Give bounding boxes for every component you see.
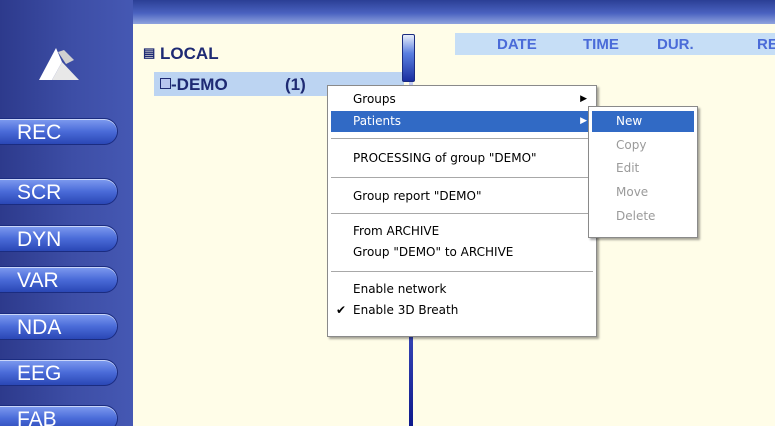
nav-label: DYN xyxy=(17,228,62,251)
context-menu: Groups ▶ Patients ▶ PROCESSING of group … xyxy=(327,85,597,337)
nav-label: EEG xyxy=(17,362,62,385)
group-node-icon xyxy=(160,78,171,89)
nav-label: SCR xyxy=(17,181,62,204)
top-bar xyxy=(133,0,775,24)
menu-item-processing[interactable]: PROCESSING of group "DEMO" xyxy=(331,148,593,169)
menu-separator xyxy=(331,271,593,272)
menu-item-patients[interactable]: Patients ▶ xyxy=(331,111,593,132)
menu-item-label: Groups xyxy=(353,92,396,106)
nav-button-var[interactable]: VAR xyxy=(0,266,118,293)
nav-label: FAB xyxy=(17,408,57,426)
menu-item-enable-3d-breath[interactable]: ✔ Enable 3D Breath xyxy=(331,300,593,321)
column-header-date[interactable]: DATE xyxy=(497,36,537,53)
nav-button-dyn[interactable]: DYN xyxy=(0,225,118,252)
app-logo-icon xyxy=(39,48,79,80)
nav-button-rec[interactable]: REC xyxy=(0,118,118,145)
nav-button-eeg[interactable]: EEG xyxy=(0,359,118,386)
menu-item-groups[interactable]: Groups ▶ xyxy=(331,89,593,110)
tree-root[interactable]: ▤ LOCAL xyxy=(143,44,219,64)
tree-group-demo[interactable]: -DEMO xyxy=(160,75,228,95)
patients-submenu: New Copy Edit Move Delete xyxy=(588,106,698,238)
menu-item-label: Patients xyxy=(353,114,402,128)
group-count: (1) xyxy=(285,75,306,94)
menu-item-to-archive[interactable]: Group "DEMO" to ARCHIVE xyxy=(331,242,593,263)
submenu-arrow-icon: ▶ xyxy=(580,116,587,126)
menu-item-enable-network[interactable]: Enable network xyxy=(331,279,593,300)
menu-separator xyxy=(331,213,593,214)
app-window: REC SCR DYN VAR NDA EEG FAB ▤ LOCAL -DEM… xyxy=(0,0,775,426)
collapse-icon[interactable]: ▤ xyxy=(143,45,155,60)
menu-item-from-archive[interactable]: From ARCHIVE xyxy=(331,221,593,242)
column-header-time[interactable]: TIME xyxy=(583,36,619,53)
submenu-item-new[interactable]: New xyxy=(592,111,694,132)
nav-label: VAR xyxy=(17,269,59,292)
nav-button-fab[interactable]: FAB xyxy=(0,405,118,426)
menu-separator xyxy=(331,177,593,178)
column-header-duration[interactable]: DUR. xyxy=(657,36,694,53)
submenu-item-edit[interactable]: Edit xyxy=(592,158,694,179)
menu-separator xyxy=(331,138,593,139)
nav-label: NDA xyxy=(17,316,62,339)
group-label: DEMO xyxy=(176,75,228,94)
sidebar: REC SCR DYN VAR NDA EEG FAB xyxy=(0,0,133,426)
submenu-arrow-icon: ▶ xyxy=(580,94,587,104)
nav-button-nda[interactable]: NDA xyxy=(0,313,118,340)
nav-button-scr[interactable]: SCR xyxy=(0,178,118,205)
menu-item-group-report[interactable]: Group report "DEMO" xyxy=(331,186,593,207)
checkmark-icon: ✔ xyxy=(336,303,347,317)
nav-label: REC xyxy=(17,121,62,144)
column-header-re[interactable]: RE xyxy=(757,36,775,53)
menu-item-label: Enable 3D Breath xyxy=(353,303,459,317)
submenu-item-move[interactable]: Move xyxy=(592,182,694,203)
submenu-item-delete[interactable]: Delete xyxy=(592,206,694,227)
submenu-item-copy[interactable]: Copy xyxy=(592,135,694,156)
tree-root-label: LOCAL xyxy=(160,44,219,63)
splitter-handle[interactable] xyxy=(402,34,415,82)
